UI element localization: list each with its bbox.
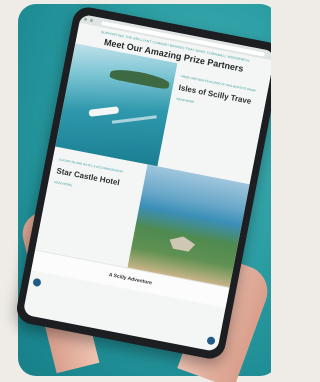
ship-wake xyxy=(111,115,157,124)
browser-dot-icon xyxy=(83,17,88,22)
partner-card[interactable]: Prize Partner Featured in this Month's D… xyxy=(157,63,270,185)
castle-shape xyxy=(168,234,196,253)
castle-photo xyxy=(127,164,250,288)
ship-shape xyxy=(88,106,120,117)
footer-label: A Scilly Adventure xyxy=(108,272,153,287)
island-shape xyxy=(109,66,171,90)
scroll-top-icon[interactable] xyxy=(206,336,216,346)
photo-scene: Supporting the Brilliant Cornish Brands … xyxy=(0,0,271,382)
browser-dot-icon xyxy=(89,18,94,23)
chat-bubble-icon[interactable] xyxy=(32,277,42,288)
ship-photo xyxy=(55,43,178,167)
